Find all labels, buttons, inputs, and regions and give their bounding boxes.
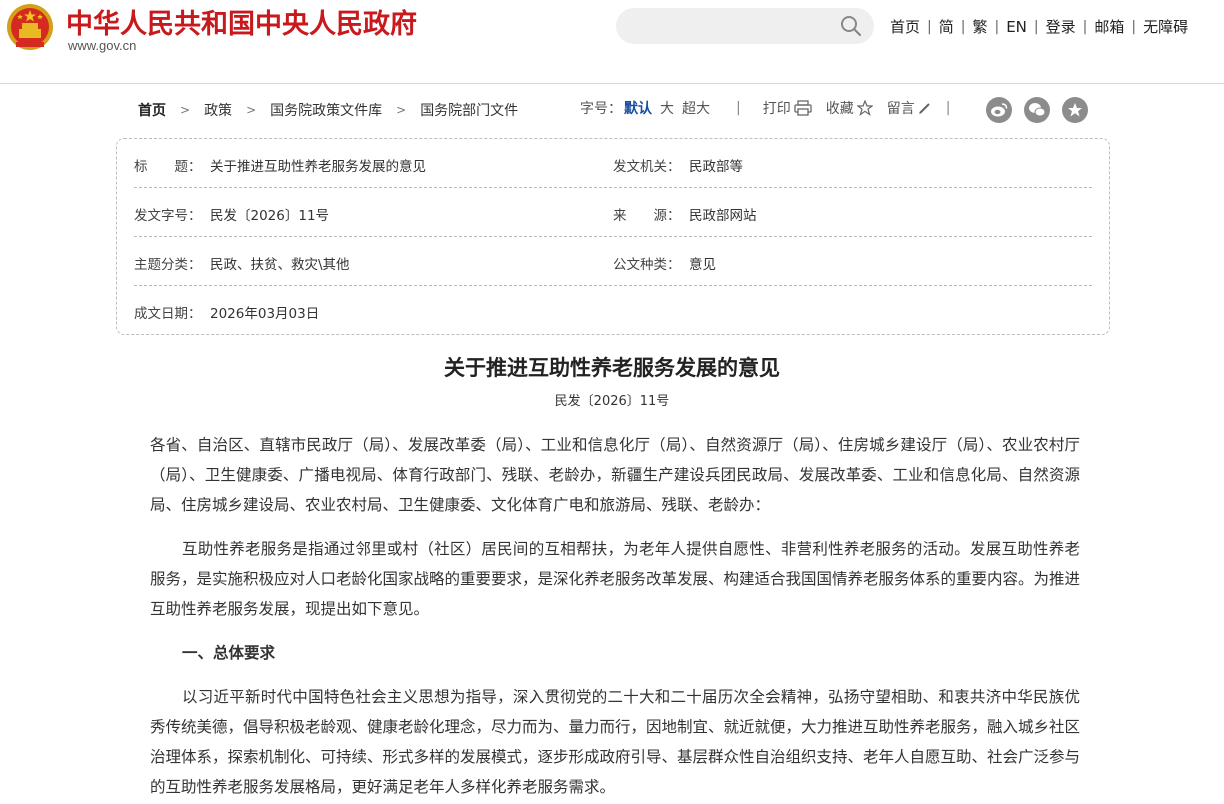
- info-label-title: 标 题：: [134, 159, 202, 175]
- nav-separator: |: [994, 18, 1000, 35]
- chevron-right-icon: >: [396, 103, 407, 117]
- breadcrumb-home[interactable]: 首页: [138, 100, 166, 120]
- star-share-icon[interactable]: [1062, 97, 1088, 123]
- info-label-date: 成文日期：: [134, 306, 202, 322]
- info-label-source: 来 源：: [613, 208, 681, 224]
- favorite-button[interactable]: 收藏: [826, 98, 873, 118]
- info-value-source: 民政部网站: [689, 208, 757, 224]
- breadcrumb: 首页 > 政策 > 国务院政策文件库 > 国务院部门文件: [138, 100, 518, 120]
- breadcrumb-policy-library[interactable]: 国务院政策文件库: [270, 100, 382, 120]
- document-title: 关于推进互助性养老服务发展的意见: [444, 355, 780, 380]
- info-label-docno: 发文字号：: [134, 208, 202, 224]
- search-icon[interactable]: [840, 15, 862, 37]
- document-content: 各省、自治区、直辖市民政厅（局）、发展改革委（局）、工业和信息化厅（局）、自然资…: [150, 430, 1080, 804]
- font-size-xlarge[interactable]: 超大: [678, 98, 714, 118]
- section-paragraph: 以习近平新时代中国特色社会主义思想为指导，深入贯彻党的二十大和二十届历次全会精神…: [150, 688, 1081, 796]
- info-label-topic: 主题分类：: [134, 257, 202, 273]
- nav-login[interactable]: 登录: [1046, 16, 1076, 37]
- favorite-label: 收藏: [825, 101, 854, 117]
- top-nav: 首页 | 简 | 繁 | EN | 登录 | 邮箱 | 无障碍: [890, 16, 1188, 37]
- pencil-icon: [918, 103, 930, 114]
- share-icons: [986, 97, 1100, 123]
- nav-english[interactable]: EN: [1006, 18, 1027, 36]
- info-value-issuer: 民政部等: [689, 159, 743, 175]
- info-row-date: 成文日期： 2026年03月03日: [134, 286, 1092, 334]
- info-label-type: 公文种类：: [613, 257, 681, 273]
- national-emblem-icon[interactable]: [4, 2, 56, 54]
- nav-separator: |: [1131, 18, 1137, 35]
- addressees-paragraph: 各省、自治区、直辖市民政厅（局）、发展改革委（局）、工业和信息化厅（局）、自然资…: [150, 436, 1080, 514]
- info-value-date: 2026年03月03日: [210, 306, 320, 322]
- star-icon: [856, 100, 873, 116]
- font-size-label: 字号：: [580, 101, 622, 117]
- info-row-title: 标 题： 关于推进互助性养老服务发展的意见 发文机关： 民政部等: [134, 139, 1092, 187]
- nav-home[interactable]: 首页: [890, 16, 920, 37]
- nav-traditional[interactable]: 繁: [972, 16, 987, 37]
- intro-paragraph: 互助性养老服务是指通过邻里或村（社区）居民间的互相帮扶，为老年人提供自愿性、非营…: [150, 540, 1081, 618]
- print-button[interactable]: 打印: [763, 98, 812, 118]
- info-value-title: 关于推进互助性养老服务发展的意见: [210, 159, 426, 175]
- info-value-type: 意见: [689, 257, 716, 273]
- document-number: 民发〔2026〕11号: [554, 394, 670, 409]
- search-input[interactable]: [616, 8, 874, 44]
- font-size-default[interactable]: 默认: [622, 98, 656, 118]
- site-header: 中华人民共和国中央人民政府 www.gov.cn 首页 | 简 | 繁 | EN…: [0, 0, 1224, 84]
- tools-separator: |: [736, 100, 741, 116]
- nav-accessibility[interactable]: 无障碍: [1143, 16, 1188, 37]
- comment-button[interactable]: 留言: [887, 98, 932, 118]
- info-label-issuer: 发文机关：: [613, 159, 681, 175]
- info-row-topic: 主题分类： 民政、扶贫、救灾\其他 公文种类： 意见: [134, 237, 1092, 285]
- nav-separator: |: [1082, 18, 1088, 35]
- printer-icon: [794, 100, 812, 116]
- breadcrumb-policy[interactable]: 政策: [204, 100, 232, 120]
- nav-simplified[interactable]: 简: [939, 16, 954, 37]
- nav-separator: |: [927, 18, 932, 35]
- chevron-right-icon: >: [180, 103, 191, 117]
- wechat-icon[interactable]: [1024, 97, 1050, 123]
- document-info-box: 标 题： 关于推进互助性养老服务发展的意见 发文机关： 民政部等 发文字号： 民发〔2…: [116, 138, 1110, 335]
- info-row-docno: 发文字号： 民发〔2026〕11号 来 源： 民政部网站: [134, 188, 1092, 236]
- chevron-right-icon: >: [246, 103, 257, 117]
- nav-mail[interactable]: 邮箱: [1094, 16, 1124, 37]
- comment-label: 留言: [886, 101, 915, 117]
- article-toolbar: 首页 > 政策 > 国务院政策文件库 > 国务院部门文件 字号： 默认 大 超大…: [0, 92, 1224, 128]
- nav-separator: |: [1033, 18, 1039, 35]
- info-value-topic: 民政、扶贫、救灾\其他: [210, 257, 350, 273]
- breadcrumb-department-docs[interactable]: 国务院部门文件: [420, 100, 518, 120]
- site-url: www.gov.cn: [68, 38, 137, 53]
- header-divider: [0, 83, 1224, 84]
- tools-separator: |: [945, 100, 951, 116]
- nav-separator: |: [960, 18, 966, 35]
- font-size-large[interactable]: 大: [656, 98, 678, 118]
- weibo-icon[interactable]: [986, 97, 1012, 123]
- site-title[interactable]: 中华人民共和国中央人民政府: [66, 2, 417, 41]
- article-tools: 字号： 默认 大 超大 | 打印 收藏 留言 |: [580, 98, 972, 118]
- section-heading: 一、总体要求: [182, 644, 276, 662]
- info-value-docno: 民发〔2026〕11号: [210, 208, 330, 224]
- print-label: 打印: [762, 101, 791, 117]
